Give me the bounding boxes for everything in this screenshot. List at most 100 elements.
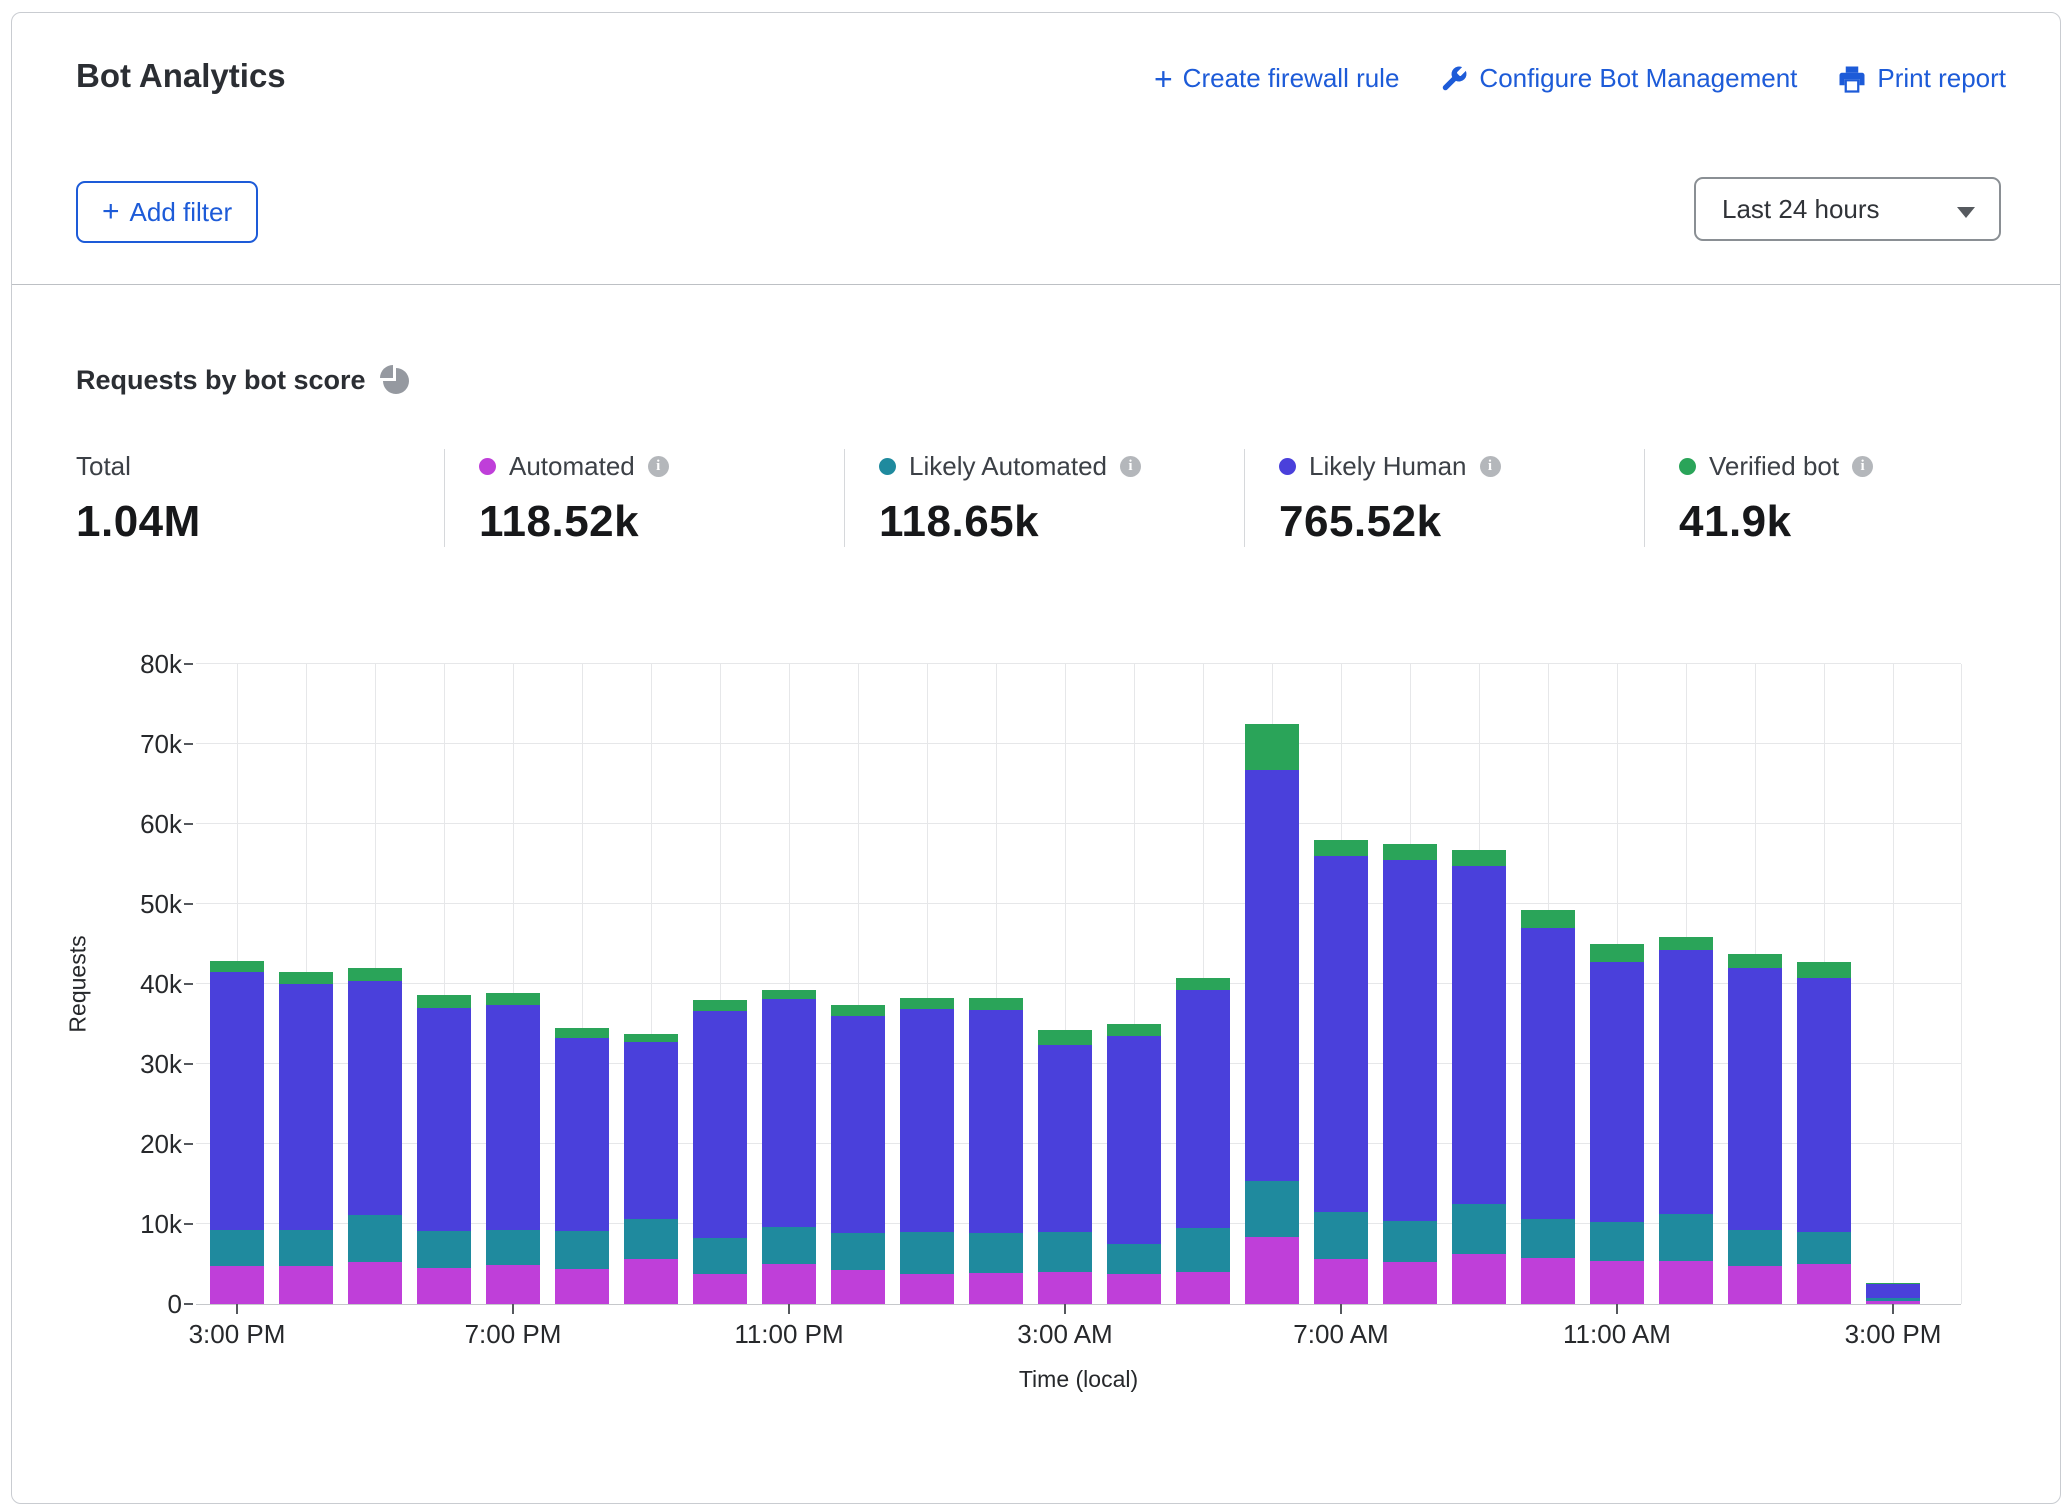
bar-segment-likely-human [210, 972, 264, 1230]
bar-segment-likely-automated [1521, 1219, 1575, 1258]
stat-label: Verified bot [1709, 451, 1839, 482]
bar-segment-likely-automated [486, 1230, 540, 1265]
x-tick-label: 11:00 PM [734, 1319, 843, 1350]
bar-segment-likely-automated [1038, 1232, 1092, 1272]
bar-segment-likely-human [1866, 1284, 1920, 1298]
x-tick-mark [512, 1304, 514, 1314]
print-report-link[interactable]: Print report [1837, 63, 2006, 94]
create-firewall-rule-link[interactable]: + Create firewall rule [1154, 63, 1399, 94]
bar-segment-verified-bot [1659, 937, 1713, 951]
y-tick-label: 30k [92, 1049, 182, 1079]
bar-segment-likely-automated [1314, 1212, 1368, 1259]
bar-segment-verified-bot [279, 972, 333, 984]
y-tick-mark [184, 1303, 193, 1305]
bar-segment-automated [417, 1268, 471, 1304]
gridline-vertical [1961, 664, 1962, 1304]
bar-segment-automated [1383, 1262, 1437, 1304]
gridline-horizontal [196, 663, 1961, 664]
bar-segment-likely-human [1314, 856, 1368, 1212]
y-tick-mark [184, 1223, 193, 1225]
x-tick-label: 3:00 PM [189, 1319, 286, 1350]
bar-segment-likely-automated [1452, 1204, 1506, 1253]
bar-segment-verified-bot [1452, 850, 1506, 865]
time-range-select[interactable]: Last 24 hours [1694, 177, 2001, 241]
bar-11-00-pm [762, 990, 816, 1304]
time-range-value: Last 24 hours [1722, 194, 1880, 225]
y-tick-mark [184, 663, 193, 665]
stat-verified-bot: Verified boti41.9k [1644, 449, 2044, 547]
print-report-label: Print report [1877, 63, 2006, 94]
bar-segment-automated [279, 1266, 333, 1304]
pie-chart-icon [382, 367, 409, 394]
y-tick-label: 60k [92, 809, 182, 839]
bar-segment-likely-human [1659, 950, 1713, 1214]
y-tick-label: 40k [92, 969, 182, 999]
bar-segment-likely-human [624, 1042, 678, 1219]
bar-segment-likely-human [1452, 866, 1506, 1205]
bar-segment-verified-bot [1728, 954, 1782, 968]
y-tick-mark [184, 1063, 193, 1065]
bar-segment-likely-human [762, 999, 816, 1227]
stat-automated: Automatedi118.52k [444, 449, 844, 547]
legend-dot-likely-human [1279, 458, 1296, 475]
bar-segment-likely-automated [900, 1232, 954, 1274]
bar-12-00-am [831, 1005, 885, 1304]
bar-8-00-pm [555, 1028, 609, 1304]
y-tick-label: 20k [92, 1129, 182, 1159]
bar-segment-verified-bot [555, 1028, 609, 1038]
add-filter-button[interactable]: + Add filter [76, 181, 258, 243]
add-filter-label: Add filter [130, 197, 233, 228]
bar-segment-likely-automated [969, 1233, 1023, 1273]
stat-value: 765.52k [1279, 497, 1624, 547]
info-icon[interactable]: i [1120, 456, 1141, 477]
bar-segment-verified-bot [969, 998, 1023, 1010]
page-title: Bot Analytics [76, 57, 286, 95]
y-tick-mark [184, 903, 193, 905]
bar-segment-likely-automated [1245, 1181, 1299, 1237]
x-tick-label: 11:00 AM [1563, 1319, 1671, 1350]
wrench-icon [1439, 64, 1469, 94]
stat-label: Automated [509, 451, 635, 482]
bar-segment-likely-human [1383, 860, 1437, 1221]
plus-icon: + [102, 199, 120, 225]
bar-5-00-pm [348, 968, 402, 1304]
bar-segment-verified-bot [831, 1005, 885, 1016]
bar-segment-verified-bot [1521, 910, 1575, 928]
bar-segment-verified-bot [693, 1000, 747, 1011]
bar-segment-likely-automated [1176, 1228, 1230, 1272]
bar-segment-verified-bot [1245, 724, 1299, 770]
configure-bot-management-label: Configure Bot Management [1479, 63, 1797, 94]
bar-segment-likely-human [1521, 928, 1575, 1219]
bar-segment-likely-human [1107, 1036, 1161, 1244]
info-icon[interactable]: i [1480, 456, 1501, 477]
bar-segment-likely-automated [279, 1230, 333, 1266]
bar-segment-verified-bot [417, 995, 471, 1008]
y-tick-mark [184, 983, 193, 985]
bar-segment-likely-automated [762, 1227, 816, 1264]
bar-segment-automated [831, 1270, 885, 1304]
bar-3-00-pm [1866, 1283, 1920, 1304]
bar-segment-likely-automated [1107, 1244, 1161, 1274]
bar-segment-automated [1314, 1259, 1368, 1304]
bar-segment-automated [1245, 1237, 1299, 1304]
analytics-card: Bot Analytics + Create firewall rule Con… [11, 12, 2061, 1504]
bar-segment-verified-bot [210, 961, 264, 972]
bar-6-00-pm [417, 995, 471, 1304]
bar-segment-likely-automated [555, 1231, 609, 1269]
info-icon[interactable]: i [1852, 456, 1873, 477]
y-tick-label: 80k [92, 649, 182, 679]
bar-segment-verified-bot [1383, 844, 1437, 860]
stat-likely-human: Likely Humani765.52k [1244, 449, 1644, 547]
stat-value: 1.04M [76, 497, 424, 547]
bar-segment-likely-automated [693, 1238, 747, 1274]
bar-2-00-pm [1797, 962, 1851, 1304]
bar-segment-likely-automated [624, 1219, 678, 1259]
x-tick-label: 3:00 AM [1017, 1319, 1112, 1350]
bar-segment-likely-human [417, 1008, 471, 1231]
info-icon[interactable]: i [648, 456, 669, 477]
bar-segment-automated [900, 1274, 954, 1304]
bar-segment-likely-automated [417, 1231, 471, 1268]
bar-segment-likely-human [348, 981, 402, 1215]
bar-7-00-am [1314, 840, 1368, 1304]
configure-bot-management-link[interactable]: Configure Bot Management [1439, 63, 1797, 94]
